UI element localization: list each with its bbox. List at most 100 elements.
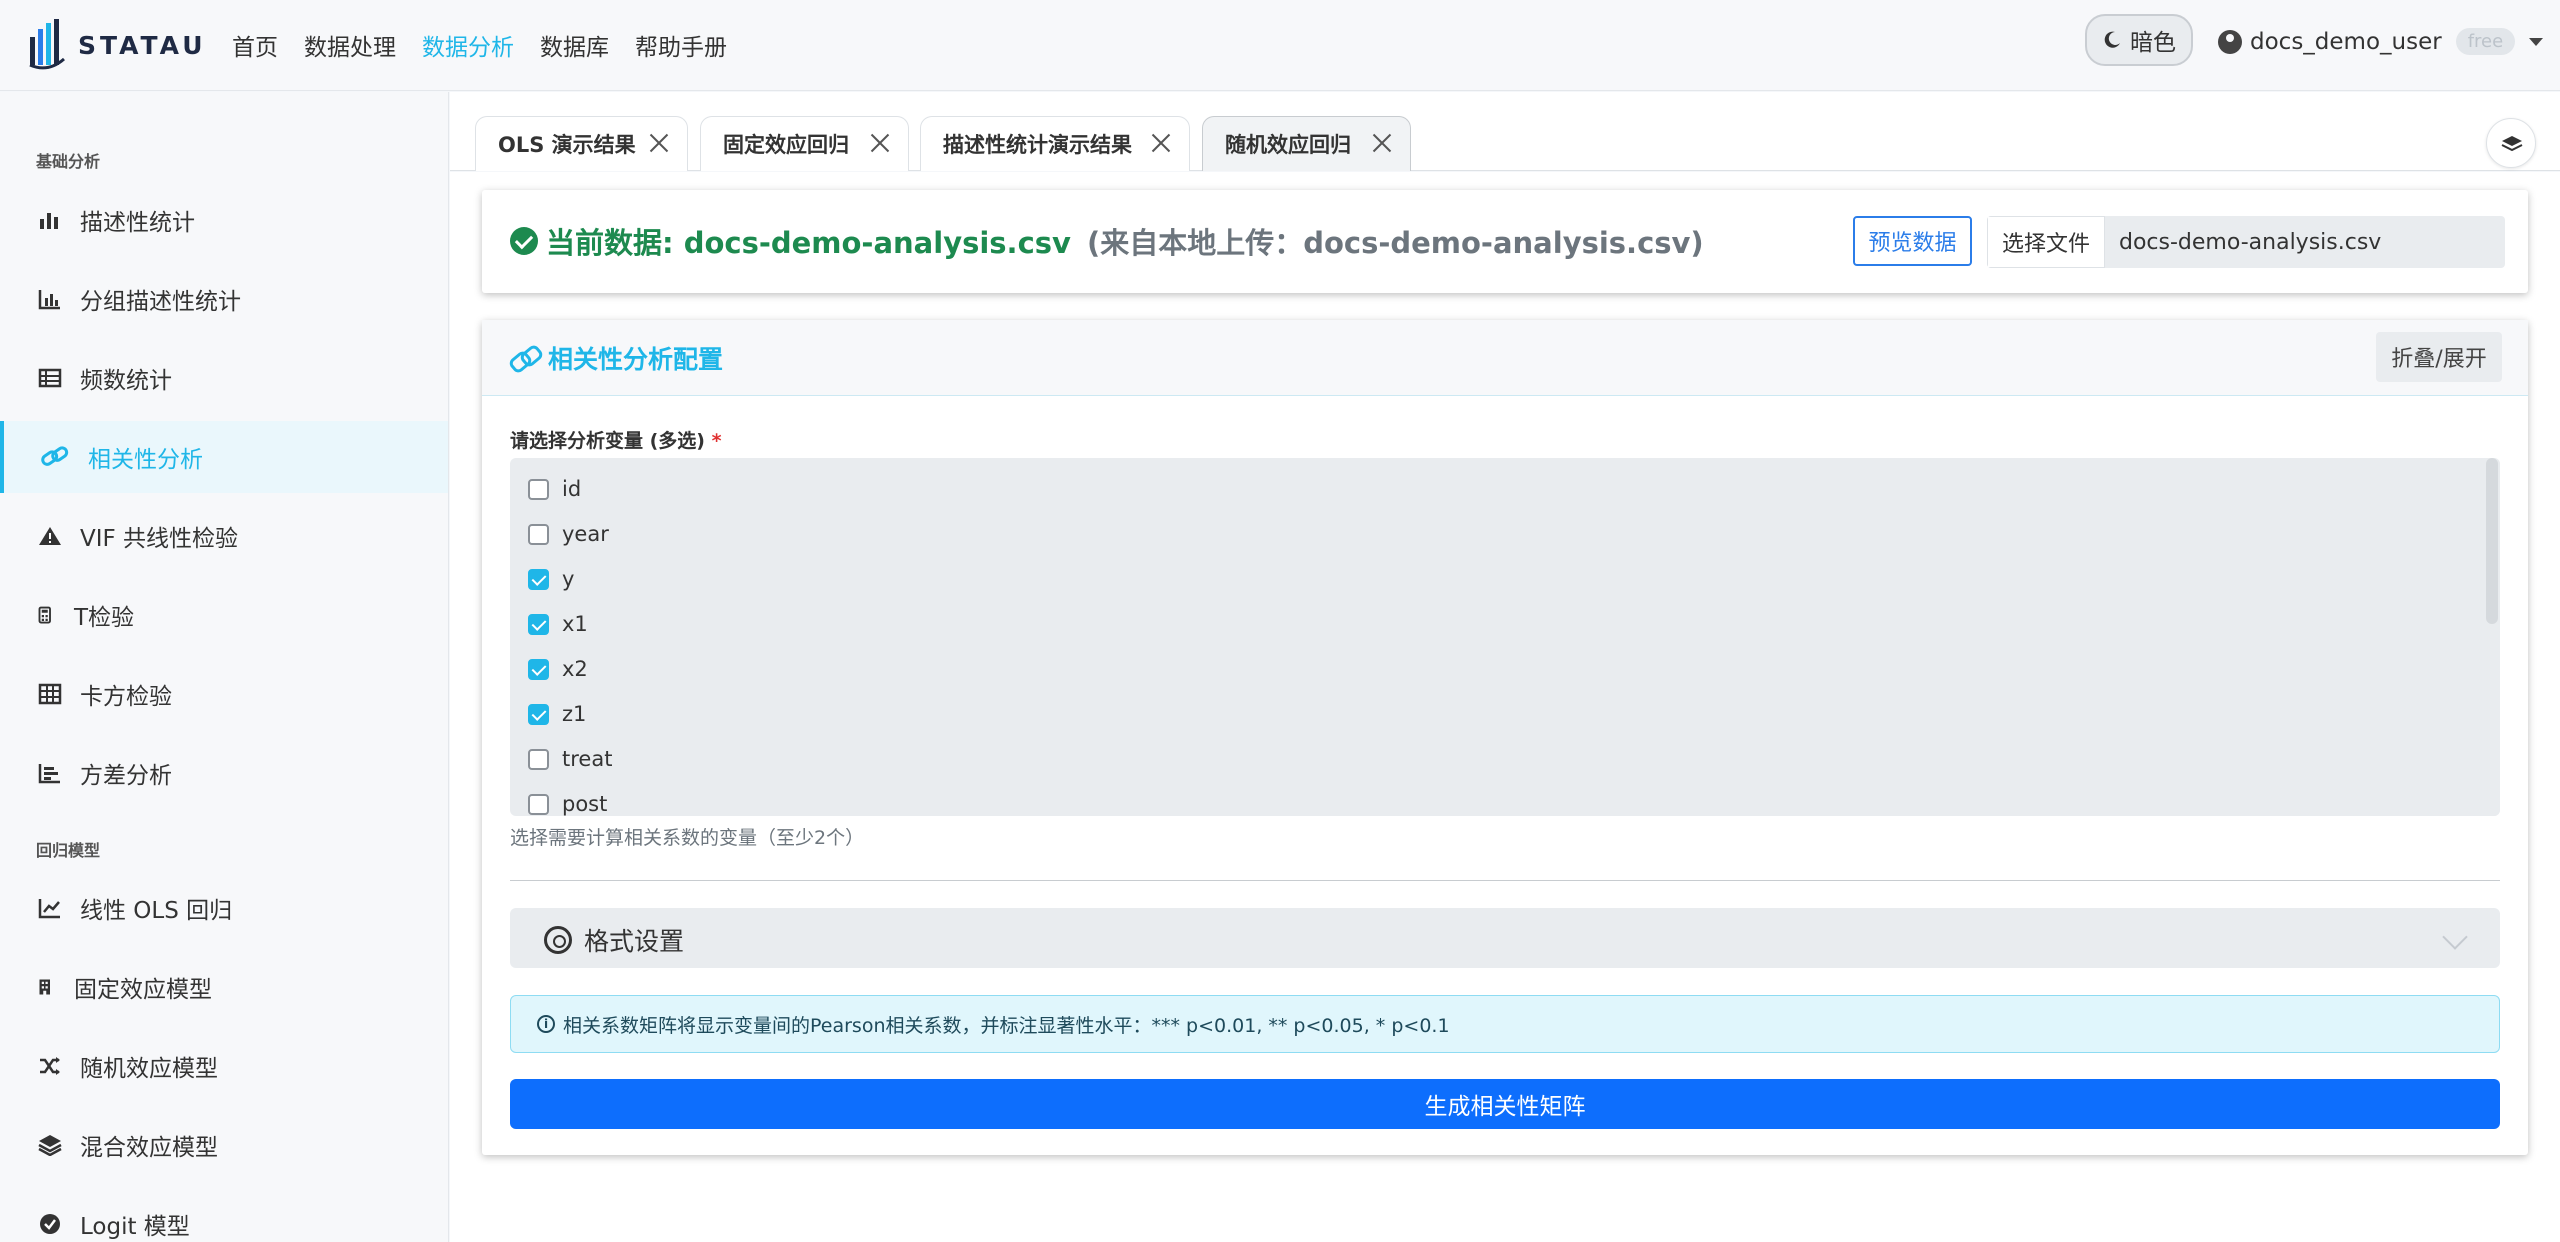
current-data-source: (来自本地上传：docs-demo-analysis.csv) (1086, 226, 1704, 260)
tab-label: 固定效应回归 (723, 133, 849, 157)
tab-fixed-effects[interactable]: 固定效应回归 (700, 116, 909, 171)
checkbox[interactable] (528, 523, 549, 545)
current-data-label: 当前数据: docs-demo-analysis.csv (546, 226, 1071, 260)
grouped-chart-icon (38, 290, 60, 310)
sidebar-item-correlation[interactable]: 相关性分析 (0, 421, 448, 493)
gear-icon (544, 926, 572, 954)
info-alert: i 相关系数矩阵将显示变量间的Pearson相关系数，并标注显著性水平：*** … (510, 995, 2500, 1053)
config-title-text: 相关性分析配置 (548, 345, 724, 374)
variable-option-x1[interactable]: x1 (528, 609, 588, 639)
variable-option-z1[interactable]: z1 (528, 699, 586, 729)
line-chart-icon (38, 899, 60, 919)
nav-help[interactable]: 帮助手册 (635, 28, 727, 62)
sidebar-item-vif[interactable]: VIF 共线性检验 (0, 500, 448, 572)
main-nav: 首页 数据处理 数据分析 数据库 帮助手册 (232, 28, 753, 62)
grid-icon (38, 683, 62, 705)
file-name-display: docs-demo-analysis.csv (2105, 216, 2505, 268)
variable-name: z1 (562, 702, 587, 726)
format-settings-accordion[interactable]: 格式设置 (510, 908, 2500, 968)
preview-data-button[interactable]: 预览数据 (1853, 216, 1972, 266)
checkbox[interactable] (528, 478, 549, 500)
sidebar-item-group-descriptive[interactable]: 分组描述性统计 (0, 263, 448, 335)
bar-chart-icon (40, 213, 58, 229)
layers-button[interactable] (2486, 118, 2536, 168)
sidebar-item-label: T检验 (74, 605, 135, 631)
bar-sorted-icon (38, 764, 60, 784)
nav-home[interactable]: 首页 (232, 28, 278, 62)
scrollbar[interactable] (2486, 458, 2500, 816)
close-icon[interactable] (870, 133, 890, 153)
nav-data-analysis[interactable]: 数据分析 (422, 28, 514, 62)
variable-option-x2[interactable]: x2 (528, 654, 588, 684)
layers-icon (38, 1135, 62, 1156)
checkbox-checked[interactable] (528, 658, 549, 680)
sidebar-item-label: 卡方检验 (80, 684, 172, 710)
checkbox-checked[interactable] (528, 568, 549, 590)
file-input[interactable]: 选择文件 docs-demo-analysis.csv (1987, 216, 2505, 268)
sidebar-item-label: 方差分析 (80, 763, 172, 789)
sidebar-item-ttest[interactable]: T检验 (0, 579, 448, 651)
tab-label: 随机效应回归 (1225, 133, 1351, 157)
dark-mode-toggle[interactable]: 暗色 (2085, 14, 2193, 66)
info-alert-text: 相关系数矩阵将显示变量间的Pearson相关系数，并标注显著性水平：*** p<… (563, 1014, 1450, 1037)
sidebar-item-mixed-effects[interactable]: 混合效应模型 (0, 1109, 448, 1181)
sidebar-item-label: Logit 模型 (80, 1214, 190, 1240)
tab-ols-demo[interactable]: OLS 演示结果 (475, 116, 688, 171)
caret-down-icon[interactable] (2529, 37, 2544, 46)
current-data-card: 当前数据: docs-demo-analysis.csv (来自本地上传：doc… (482, 190, 2528, 293)
sidebar-item-ols[interactable]: 线性 OLS 回归 (0, 872, 448, 944)
checkbox-checked[interactable] (528, 613, 549, 635)
required-mark: * (711, 430, 722, 452)
brand-logo[interactable]: STATAU (28, 18, 207, 72)
close-icon[interactable] (1151, 133, 1171, 153)
checkbox[interactable] (528, 793, 549, 815)
variable-option-y[interactable]: y (528, 564, 574, 594)
checkbox-checked[interactable] (528, 703, 549, 725)
format-settings-title: 格式设置 (544, 922, 684, 958)
sidebar-item-label: 分组描述性统计 (80, 289, 241, 315)
collapse-expand-button[interactable]: 折叠/展开 (2376, 332, 2502, 382)
chevron-down-icon[interactable] (2442, 924, 2468, 950)
config-title: 相关性分析配置 (510, 340, 723, 376)
config-header: 相关性分析配置 折叠/展开 (482, 320, 2528, 396)
variable-multiselect[interactable]: id year y x1 x2 z1 treat post (510, 458, 2500, 816)
variable-option-id[interactable]: id (528, 474, 581, 504)
sidebar-item-label: 线性 OLS 回归 (80, 898, 233, 924)
variable-help-text: 选择需要计算相关系数的变量（至少2个） (510, 827, 865, 849)
link-icon (510, 348, 540, 368)
sidebar-item-random-effects[interactable]: 随机效应模型 (0, 1030, 448, 1102)
check-circle-icon (510, 227, 538, 255)
current-data-title: 当前数据: docs-demo-analysis.csv (来自本地上传：doc… (510, 220, 1704, 262)
tab-random-effects[interactable]: 随机效应回归 (1202, 116, 1411, 171)
tab-label: 描述性统计演示结果 (943, 133, 1132, 157)
sidebar-item-label: 随机效应模型 (80, 1056, 218, 1082)
variable-option-post[interactable]: post (528, 789, 607, 816)
close-icon[interactable] (1372, 133, 1392, 153)
variable-option-treat[interactable]: treat (528, 744, 612, 774)
logo-icon (29, 19, 65, 70)
variable-name: y (562, 567, 575, 591)
checkbox[interactable] (528, 748, 549, 770)
variable-name: year (562, 522, 609, 546)
table-list-icon (38, 368, 62, 388)
sidebar-item-logit[interactable]: Logit 模型 (0, 1188, 448, 1242)
variable-name: post (562, 792, 608, 816)
user-menu[interactable]: docs_demo_user free (2218, 28, 2544, 55)
scrollbar-thumb[interactable] (2486, 458, 2498, 624)
variable-name: treat (562, 747, 613, 771)
generate-correlation-matrix-button[interactable]: 生成相关性矩阵 (510, 1079, 2500, 1129)
sidebar-item-fixed-effects[interactable]: 固定效应模型 (0, 951, 448, 1023)
sidebar-section-regression: 回归模型 (36, 841, 101, 860)
choose-file-button[interactable]: 选择文件 (1987, 216, 2105, 268)
sidebar-item-descriptive[interactable]: 描述性统计 (0, 184, 448, 256)
sidebar-item-anova[interactable]: 方差分析 (0, 737, 448, 809)
nav-data-processing[interactable]: 数据处理 (304, 28, 396, 62)
tab-descriptive-demo[interactable]: 描述性统计演示结果 (920, 116, 1190, 171)
variable-option-year[interactable]: year (528, 519, 609, 549)
sidebar-item-label: 描述性统计 (80, 210, 195, 236)
top-navbar: STATAU 首页 数据处理 数据分析 数据库 帮助手册 暗色 docs_dem… (0, 0, 2560, 91)
close-icon[interactable] (649, 133, 669, 153)
nav-database[interactable]: 数据库 (540, 28, 609, 62)
sidebar-item-frequency[interactable]: 频数统计 (0, 342, 448, 414)
sidebar-item-chisquare[interactable]: 卡方检验 (0, 658, 448, 730)
